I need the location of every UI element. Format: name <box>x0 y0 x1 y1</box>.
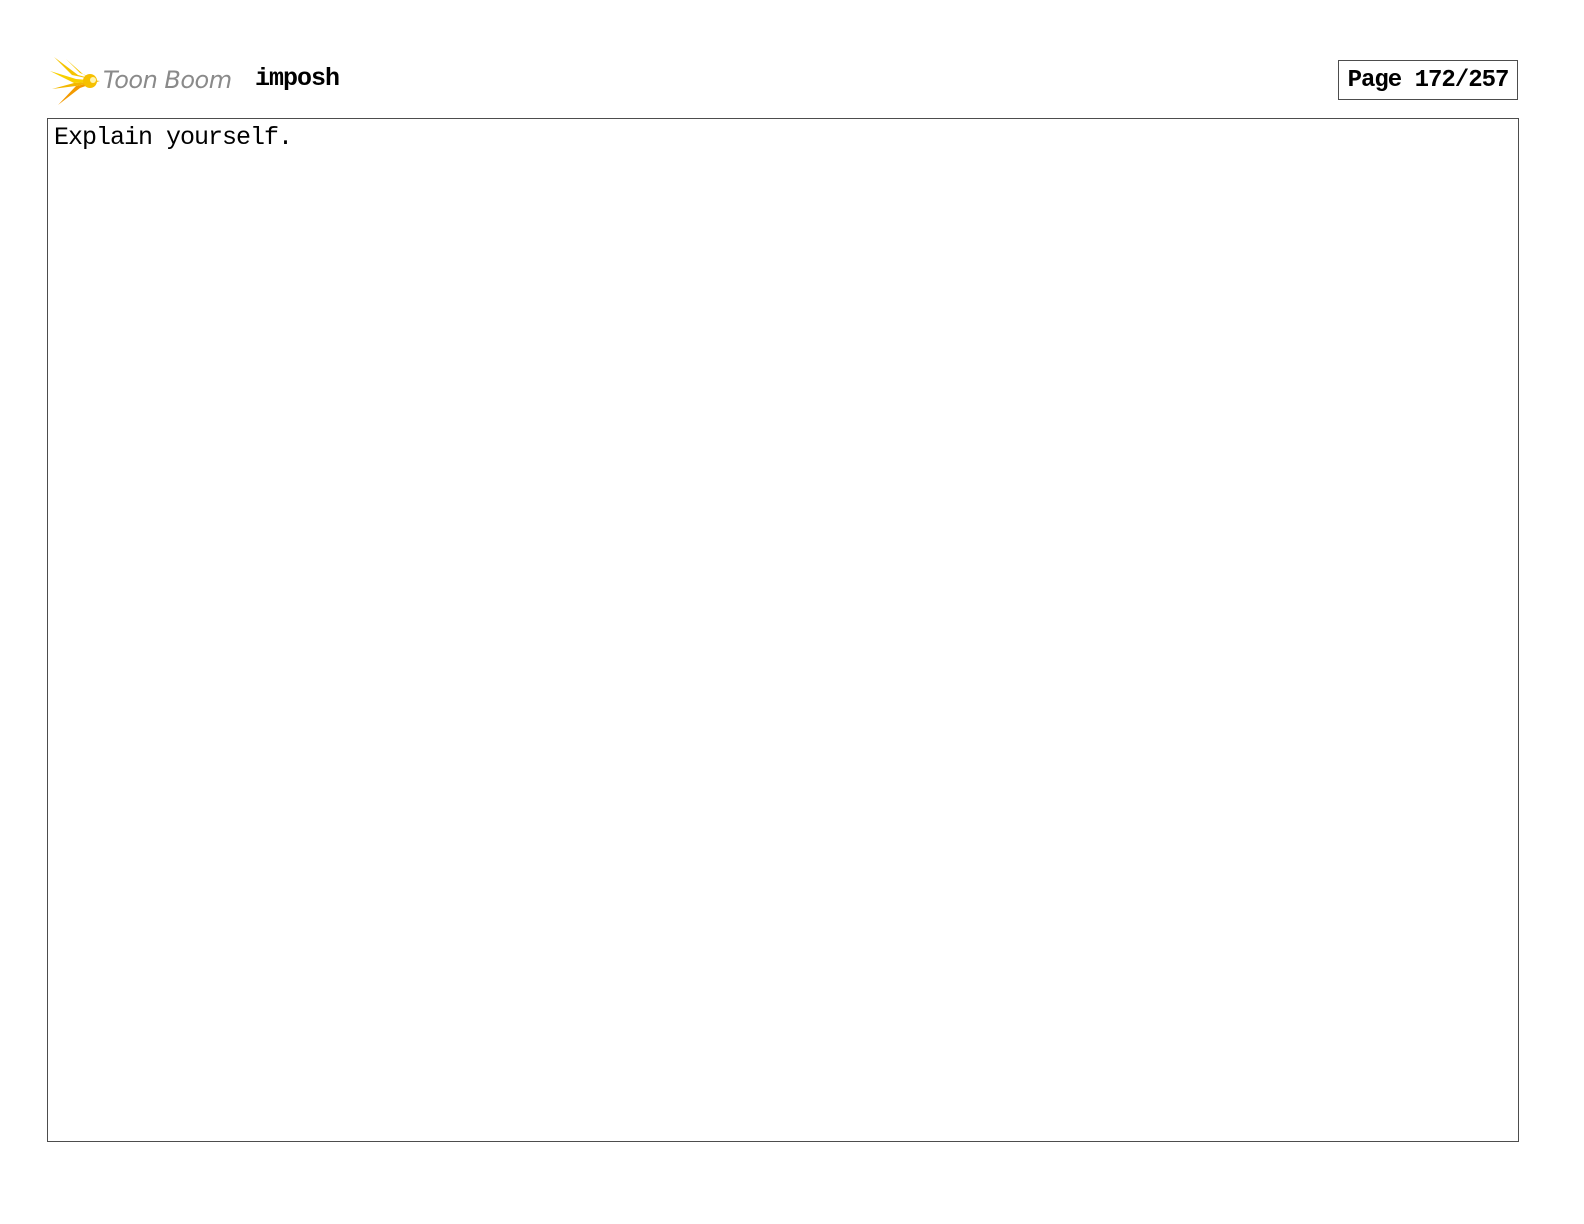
storyboard-panel: Explain yourself. <box>47 118 1519 1142</box>
page-number: Page 172/257 <box>1338 60 1518 100</box>
brand-name: Toon Boom <box>103 66 232 94</box>
panel-caption: Explain yourself. <box>54 123 293 152</box>
project-name: imposh <box>255 64 340 93</box>
toon-boom-logo-icon <box>50 55 100 107</box>
